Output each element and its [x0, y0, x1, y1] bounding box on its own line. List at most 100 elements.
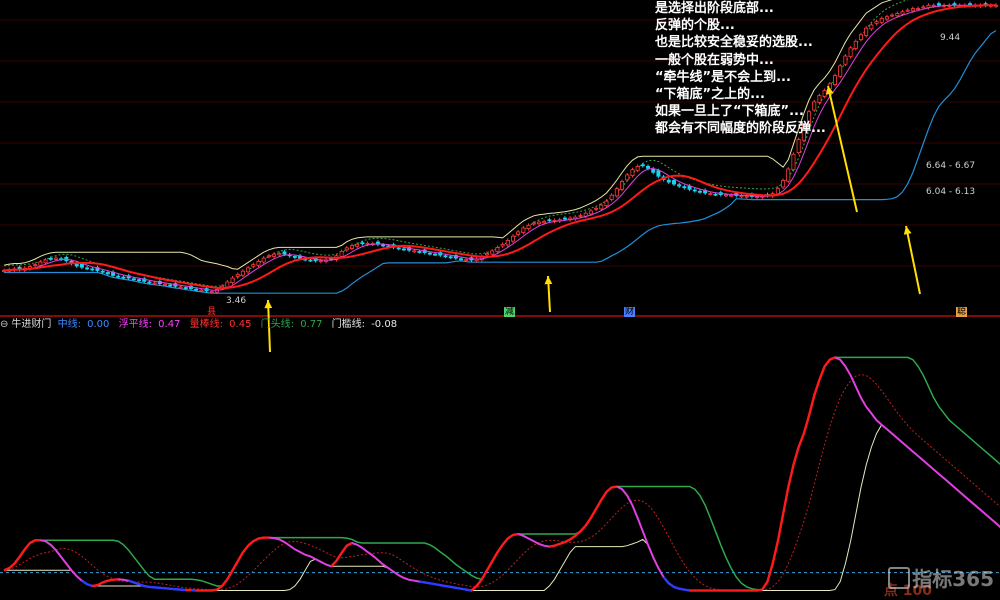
candle-body	[890, 14, 895, 17]
volume-line-segment	[684, 588, 690, 592]
candle-body	[85, 267, 90, 270]
candle-body	[516, 231, 521, 235]
volume-line-segment	[138, 583, 145, 588]
annotation-line: 如果一旦上了“下箱底”...	[655, 104, 804, 120]
candle-body	[43, 259, 48, 264]
candle-body	[505, 239, 510, 246]
candle-body	[900, 11, 905, 15]
candle-body	[225, 281, 230, 288]
candle-body	[105, 272, 110, 275]
candle-body	[848, 47, 853, 58]
candle-body	[339, 251, 344, 257]
volume-line-segment	[600, 491, 608, 501]
door-sill-line	[4, 423, 1000, 591]
signal-tag: 聪	[956, 307, 968, 317]
candle-body	[630, 169, 635, 176]
volume-line-segment	[564, 538, 571, 544]
candle-body	[874, 21, 879, 24]
volume-line-segment	[673, 585, 680, 590]
candle-body	[490, 250, 495, 255]
candle-body	[583, 212, 588, 217]
legend-value: -0.08	[371, 319, 398, 330]
volume-line-segment	[81, 579, 88, 586]
volume-line-segment	[107, 578, 114, 582]
signal-tag: 财	[624, 307, 636, 317]
volume-line-segment	[668, 582, 675, 588]
candle-body	[755, 196, 760, 198]
arrow-head	[264, 300, 273, 309]
candle-body	[381, 244, 386, 247]
candle-body	[401, 248, 406, 251]
candle-body	[199, 289, 204, 292]
volume-line-segment	[574, 530, 582, 537]
volume-line-segment	[86, 583, 93, 588]
signal-tag: 县	[207, 307, 217, 317]
volume-line-segment	[781, 487, 790, 515]
candle-body	[713, 193, 718, 196]
candle-body	[708, 193, 713, 195]
volume-line-segment	[221, 578, 229, 587]
candle-body	[292, 256, 297, 258]
annotation-line: “下箱底”之上的...	[655, 86, 765, 102]
candle-body	[869, 24, 874, 30]
volume-line-segment	[102, 579, 109, 584]
indicator-toggle-icon[interactable]: ⊖	[0, 319, 8, 330]
legend-label: 量棒线:	[189, 319, 223, 330]
watermark-brand: 指标365	[912, 567, 994, 591]
candle-body	[786, 168, 791, 182]
volume-line-segment	[96, 581, 104, 587]
candle-body	[677, 184, 682, 187]
indicator-panel	[0, 356, 1000, 592]
candle-body	[916, 8, 921, 10]
candle-body	[349, 245, 354, 249]
volume-line-segment	[346, 541, 353, 547]
volume-line-segment	[605, 486, 613, 493]
candle-body	[796, 139, 801, 154]
volume-line-segment	[491, 551, 499, 562]
volume-line-segment	[512, 532, 519, 537]
candle-body	[137, 279, 142, 282]
candle-body	[936, 3, 941, 6]
volume-line-segment	[776, 514, 785, 542]
candle-body	[510, 235, 515, 242]
volume-line-segment	[252, 537, 260, 543]
volume-line-segment	[584, 517, 592, 527]
volume-line-segment	[678, 587, 685, 591]
annotation-line: 也是比较安全稳妥的选股...	[655, 35, 813, 51]
watermark: 指标365	[888, 563, 994, 592]
candle-body	[79, 263, 84, 268]
volume-line-segment	[771, 540, 780, 564]
candle-body	[832, 75, 837, 85]
volume-line-segment	[8, 562, 16, 570]
volume-line-segment	[480, 569, 489, 580]
legend-label: 中线:	[57, 319, 81, 330]
candle-body	[412, 250, 417, 253]
candle-body	[396, 247, 401, 250]
volume-line-segment	[247, 540, 255, 547]
volume-line-segment	[144, 584, 150, 589]
volume-line-segment	[226, 569, 234, 580]
candle-body	[781, 180, 786, 188]
candle-body	[843, 55, 848, 65]
candle-body	[147, 281, 152, 284]
arrow-head	[544, 276, 553, 285]
volume-line-segment	[466, 588, 472, 592]
volume-line-segment	[419, 580, 425, 584]
candle-body	[521, 227, 526, 233]
volume-line-segment	[470, 585, 478, 592]
candle-body	[562, 217, 567, 220]
candle-body	[209, 291, 214, 293]
candle-body	[495, 247, 500, 252]
annotation-line: “牵牛线”是不会上到...	[655, 69, 791, 85]
annotation-text: 是选择出阶段底部... 反弹的个股... 也是比较安全稳妥的选股... 一般个股…	[655, 0, 826, 138]
candle-body	[121, 276, 126, 279]
arrow-head	[903, 226, 912, 235]
candle-body	[604, 200, 609, 207]
candle-body	[152, 282, 157, 285]
candle-body	[588, 210, 593, 215]
candle-body	[100, 270, 105, 273]
yellow-arrow	[827, 85, 858, 213]
candle-body	[33, 264, 38, 267]
candle-body	[74, 263, 79, 267]
legend-value: 0.45	[229, 319, 252, 330]
